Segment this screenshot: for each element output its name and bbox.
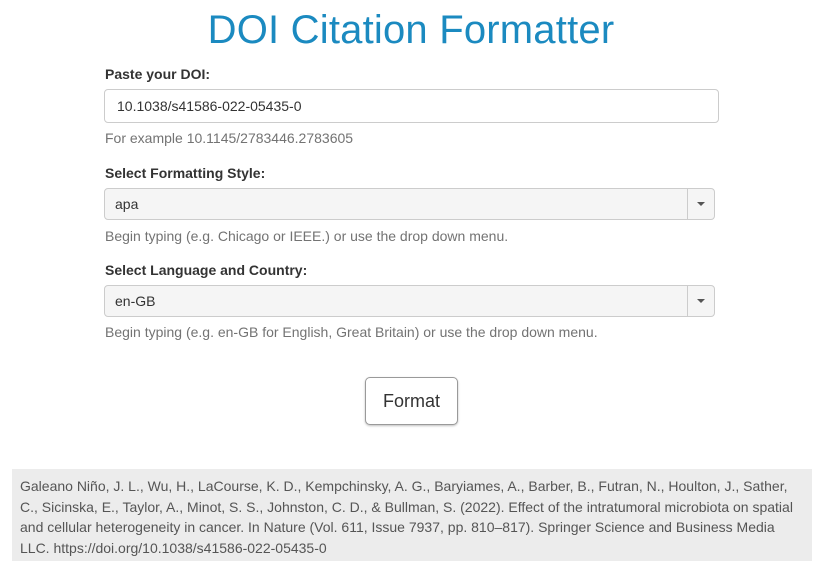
style-help-text: Begin typing (e.g. Chicago or IEEE.) or … bbox=[105, 228, 509, 244]
doi-label: Paste your DOI: bbox=[105, 66, 211, 82]
caret-down-icon bbox=[697, 299, 705, 303]
locale-dropdown-toggle[interactable] bbox=[687, 286, 714, 316]
locale-label: Select Language and Country: bbox=[105, 262, 308, 278]
style-dropdown-toggle[interactable] bbox=[687, 189, 714, 219]
caret-down-icon bbox=[697, 202, 705, 206]
style-selected-value: apa bbox=[115, 196, 139, 212]
style-label: Select Formatting Style: bbox=[105, 165, 266, 181]
page-title: DOI Citation Formatter bbox=[207, 8, 615, 52]
locale-selected-value: en-GB bbox=[115, 293, 156, 309]
doi-formatter-page: DOI Citation Formatter Paste your DOI: F… bbox=[0, 0, 822, 571]
doi-input[interactable] bbox=[104, 89, 719, 123]
format-button[interactable]: Format bbox=[365, 377, 458, 425]
citation-result: Galeano Niño, J. L., Wu, H., LaCourse, K… bbox=[12, 469, 812, 561]
doi-help-text: For example 10.1145/2783446.2783605 bbox=[105, 130, 354, 146]
style-select[interactable]: apa bbox=[104, 188, 715, 220]
locale-select[interactable]: en-GB bbox=[104, 285, 715, 317]
locale-help-text: Begin typing (e.g. en-GB for English, Gr… bbox=[105, 324, 598, 340]
